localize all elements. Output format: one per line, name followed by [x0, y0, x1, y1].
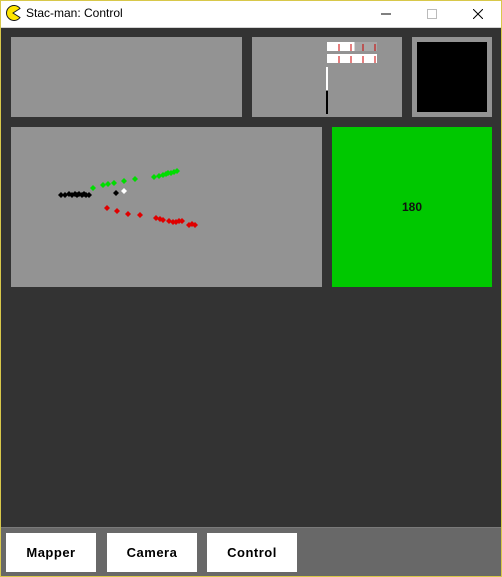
camera-feed	[417, 42, 487, 112]
camera-button[interactable]: Camera	[107, 533, 197, 572]
map-point-red	[125, 211, 131, 217]
minimize-button[interactable]	[363, 1, 409, 27]
map-point-green	[90, 185, 96, 191]
title-bar: Stac-man: Control	[1, 1, 501, 28]
maximize-button[interactable]	[409, 1, 455, 27]
map-point-green	[111, 180, 117, 186]
map-point-red	[137, 212, 143, 218]
maximize-icon	[427, 9, 437, 19]
minimize-icon	[381, 13, 391, 15]
close-button[interactable]	[455, 1, 501, 27]
close-icon	[473, 9, 483, 19]
heading-panel: 180	[332, 127, 492, 287]
control-button[interactable]: Control	[207, 533, 297, 572]
map-point-green	[151, 174, 157, 180]
control-window: Stac-man: Control 180 Mapper Camera Cont…	[0, 0, 502, 577]
map-point-black	[86, 192, 92, 198]
map-point-red	[114, 208, 120, 214]
map-point-green	[132, 176, 138, 182]
map-canvas	[58, 168, 198, 228]
map-point-green	[105, 181, 111, 187]
pacman-icon	[5, 5, 21, 21]
sensor-bars	[326, 42, 377, 114]
sensor-panel	[252, 37, 402, 117]
map-panel	[11, 127, 322, 287]
map-point-green	[100, 182, 106, 188]
map-point-green	[121, 178, 127, 184]
sensor-bar-bottom	[327, 54, 377, 63]
heading-value: 180	[401, 200, 423, 214]
mapper-button[interactable]: Mapper	[6, 533, 96, 572]
bottom-navigation: Mapper Camera Control	[1, 527, 501, 576]
vertical-gauge-level	[326, 90, 328, 114]
window-title: Stac-man: Control	[26, 6, 123, 20]
map-point-red	[104, 205, 110, 211]
status-panel	[11, 37, 242, 117]
map-robot-marker	[121, 188, 127, 194]
map-point-black	[113, 190, 119, 196]
camera-panel	[412, 37, 492, 117]
sensor-bar-top	[327, 42, 355, 51]
